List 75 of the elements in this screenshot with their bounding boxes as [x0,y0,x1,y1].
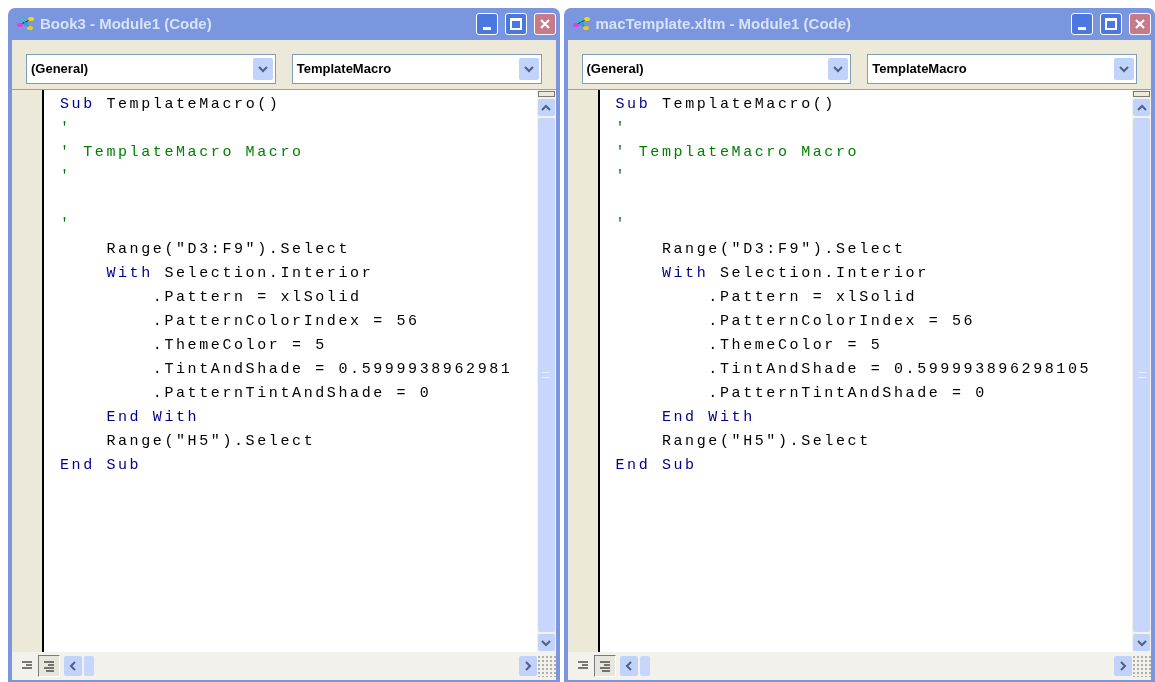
resize-grip-icon[interactable] [536,655,556,677]
code-line: .ThemeColor = 5 [151,336,327,354]
maximize-button[interactable] [504,13,527,35]
dropdown-value: (General) [31,60,90,79]
code-line: ' [615,120,628,138]
code-line: End With [660,409,755,427]
code-line: Range("D3:F9").Select [660,240,906,258]
dropdown[interactable]: TemplateMacro [291,54,542,84]
full-module-view-button[interactable] [593,655,616,677]
minimize-button[interactable] [475,13,498,35]
split-bar[interactable] [1133,91,1150,97]
lines-icon [597,660,612,672]
horizontal-scrollbar[interactable] [64,655,537,677]
code-line: ' TemplateMacro Macro [615,144,860,162]
scroll-down-button[interactable] [1133,634,1150,651]
code-line: .PatternTintAndShade = 0 [707,385,987,403]
dropdown[interactable]: (General) [581,54,852,84]
window-title: Book3 - Module1 (Code) [40,13,213,34]
code-line: .PatternTintAndShade = 0 [151,385,432,403]
code-line: Range("H5").Select [105,433,316,451]
code-line: ' [60,120,72,138]
scroll-up-button[interactable] [537,99,555,116]
scroll-down-button[interactable] [537,634,555,651]
code-line: End With [105,409,200,427]
scroll-right-button[interactable] [518,656,537,676]
code-line: ' [60,168,72,186]
maximize-button[interactable] [1100,13,1122,35]
split-bar[interactable] [537,91,555,97]
code-line: .TintAndShade = 0.599993896298105 [707,361,1092,379]
molecule-icon [571,15,592,33]
scroll-right-button[interactable] [1114,656,1132,676]
dropdown-value: TemplateMacro [296,60,393,79]
lines-icon [575,660,590,672]
scroll-thumb[interactable] [537,118,555,632]
close-button[interactable] [1129,13,1151,35]
code-line: ' TemplateMacro Macro [60,144,304,162]
full-module-view-button[interactable] [38,655,60,677]
dropdown[interactable]: (General) [26,54,276,84]
molecule-icon [16,15,36,33]
code-line: ' [615,168,628,186]
lines-icon [20,660,34,672]
window-title: macTemplate.xltm - Module1 (Code) [595,13,853,34]
scroll-left-button[interactable] [619,656,638,676]
code-line: ' [60,216,72,234]
scroll-thumb[interactable] [639,656,650,676]
scroll-thumb[interactable] [1133,118,1150,632]
code-line: .PatternColorIndex = 56 [707,312,976,330]
scroll-thumb[interactable] [84,656,94,676]
code-line: .TintAndShade = 0.5999938962981 [151,361,513,379]
minimize-button[interactable] [1071,13,1093,35]
resize-grip-icon[interactable] [1132,655,1151,677]
code-line: End Sub [615,457,697,475]
code-line: .Pattern = xlSolid [707,288,918,306]
code-line: .ThemeColor = 5 [707,336,883,354]
code-line: End Sub [60,457,142,475]
vertical-scrollbar[interactable] [1132,90,1151,652]
code-line: Sub TemplateMacro() [60,96,281,113]
code-line: With Selection.Interior [660,264,929,282]
close-icon [1134,18,1146,30]
code-line: ' [615,216,628,234]
code-line: .Pattern = xlSolid [151,288,362,306]
dropdown[interactable]: TemplateMacro [867,54,1137,84]
code-line: .PatternColorIndex = 56 [151,312,420,330]
close-icon [538,18,551,30]
code-line: With Selection.Interior [105,264,374,282]
code-line: Sub TemplateMacro() [615,96,836,113]
dropdown-value: (General) [586,60,645,79]
scroll-up-button[interactable] [1133,99,1150,116]
horizontal-scrollbar[interactable] [619,655,1132,677]
lines-icon [42,660,56,672]
code-line: Range("H5").Select [660,433,871,451]
scroll-left-button[interactable] [64,656,82,676]
code-line: Range("D3:F9").Select [105,240,351,258]
close-button[interactable] [533,13,556,35]
dropdown-value: TemplateMacro [872,60,968,79]
